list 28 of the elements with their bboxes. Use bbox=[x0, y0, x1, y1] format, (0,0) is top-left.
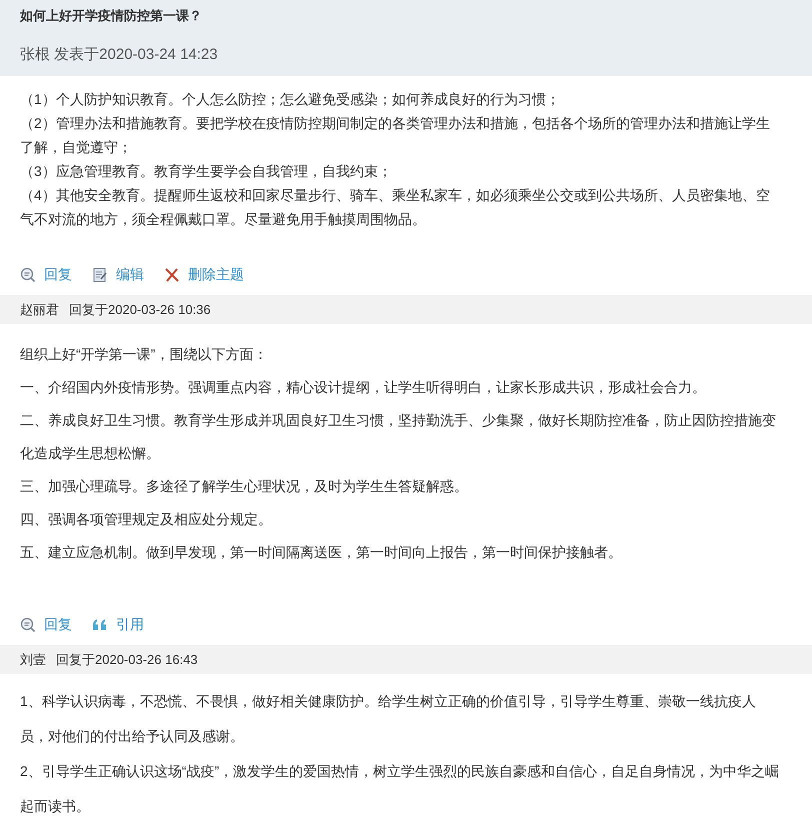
reply-paragraph: 二、养成良好卫生习惯。教育学生形成并巩固良好卫生习惯，坚持勤洗手、少集聚，做好长期防控准备，防止因防控措施变化造成学生思想松懈。 bbox=[20, 411, 777, 463]
topic-title: 如何上好开学疫情防控第一课？ bbox=[20, 8, 203, 24]
edit-link[interactable]: 编辑 bbox=[92, 266, 144, 284]
reply-paragraph: 五、建立应急机制。做到早发现，第一时间隔离送医，第一时间向上报告，第一时间保护接触者。 bbox=[20, 543, 623, 562]
quote-link[interactable]: 引用 bbox=[92, 616, 144, 634]
comment-search-icon bbox=[20, 267, 36, 283]
reply-paragraph: 三、加强心理疏导。多途径了解学生心理状况，及时为学生生答疑解惑。 bbox=[20, 477, 469, 496]
post-paragraph: （2）管理办法和措施教育。要把学校在疫情防控期间制定的各类管理办法和措施，包括各个场所的管理办法和措施让学生了解，自觉遵守； bbox=[20, 114, 771, 157]
notepad-icon bbox=[92, 267, 108, 283]
reply-paragraph: 组织上好“开学第一课”，围绕以下方面： bbox=[20, 345, 268, 364]
post-paragraph: （4）其他安全教育。提醒师生返校和回家尽量步行、骑车、乘坐私家车，如必须乘坐公交或到公共场所、人员密集地、空气不对流的地方，须全程佩戴口罩。尽量避免用手触摸周围物品。 bbox=[20, 186, 771, 229]
reply-paragraph: 1、科学认识病毒，不恐慌、不畏惧，做好相关健康防护。给学生树立正确的价值引导，引导学生尊重、崇敬一线抗疫人员，对他们的付出给予认同及感谢。 bbox=[20, 692, 757, 746]
reply-author: 刘壹 bbox=[20, 650, 46, 668]
post-paragraph: （3）应急管理教育。教育学生要学会自我管理，自我约束； bbox=[20, 162, 393, 181]
topic-byline: 张根 发表于2020-03-24 14:23 bbox=[20, 45, 219, 64]
reply-link[interactable]: 回复 bbox=[20, 616, 72, 634]
reply-paragraph: 四、强调各项管理规定及相应处分规定。 bbox=[20, 510, 273, 529]
reply-paragraph: 一、介绍国内外疫情形势。强调重点内容，精心设计提纲，让学生听得明白，让家长形成共识，形成社会合力。 bbox=[20, 378, 707, 397]
reply-author: 赵丽君 bbox=[20, 300, 59, 318]
quote-icon bbox=[92, 617, 108, 633]
reply-paragraph: 2、引导学生正确认识这场“战疫”，激发学生的爱国热情，树立学生强烈的民族自豪感和自信心，自足自身情况，为中华之崛起而读书。 bbox=[20, 762, 780, 816]
reply-time: 回复于2020-03-26 16:43 bbox=[56, 650, 198, 668]
delete-link[interactable]: 删除主题 bbox=[164, 266, 244, 284]
reply-time: 回复于2020-03-26 10:36 bbox=[69, 300, 211, 318]
comment-search-icon bbox=[20, 617, 36, 633]
post-paragraph: （1）个人防护知识教育。个人怎么防控；怎么避免受感染；如何养成良好的行为习惯； bbox=[20, 90, 561, 109]
cross-icon bbox=[164, 267, 180, 283]
reply-link[interactable]: 回复 bbox=[20, 266, 72, 284]
